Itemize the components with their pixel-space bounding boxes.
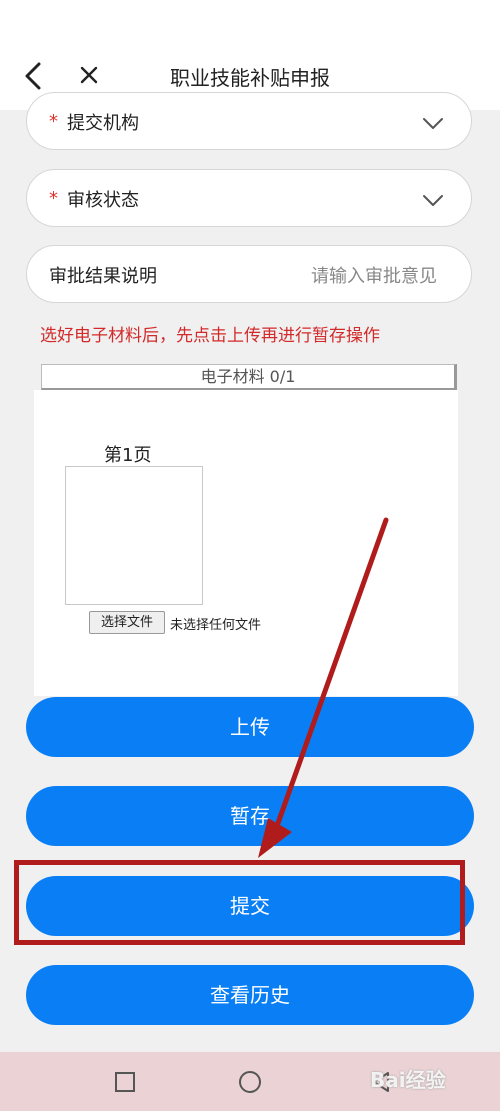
required-mark: *	[49, 188, 58, 209]
approval-note-placeholder[interactable]: 请输入审批意见	[311, 262, 437, 288]
institution-select[interactable]: * 提交机构	[26, 92, 472, 150]
required-mark: *	[49, 111, 58, 132]
upload-notice: 选好电子材料后，先点击上传再进行暂存操作	[40, 326, 380, 346]
chevron-down-icon	[423, 195, 443, 206]
page-label: 第1页	[104, 445, 152, 466]
choose-file-button[interactable]: 选择文件	[89, 611, 165, 634]
recent-apps-icon[interactable]	[112, 1069, 138, 1095]
institution-label: 提交机构	[67, 113, 139, 134]
chevron-down-icon	[423, 118, 443, 129]
file-status: 未选择任何文件	[170, 618, 262, 633]
history-button[interactable]: 查看历史	[26, 965, 474, 1025]
page-title: 职业技能补贴申报	[170, 66, 330, 90]
review-status-label: 审核状态	[67, 190, 139, 211]
home-icon[interactable]	[237, 1069, 263, 1095]
approval-note-label: 审批结果说明	[49, 266, 157, 287]
materials-header: 电子材料 0/1	[41, 364, 457, 390]
save-draft-button[interactable]: 暂存	[26, 786, 474, 846]
watermark: Bai经验	[370, 1068, 446, 1092]
status-bar	[0, 0, 500, 40]
file-thumbnail	[65, 466, 203, 605]
submit-highlight-box	[14, 860, 465, 945]
approval-note-input[interactable]: 审批结果说明 请输入审批意见	[26, 245, 472, 303]
review-status-select[interactable]: * 审核状态	[26, 169, 472, 227]
upload-button[interactable]: 上传	[26, 697, 474, 757]
